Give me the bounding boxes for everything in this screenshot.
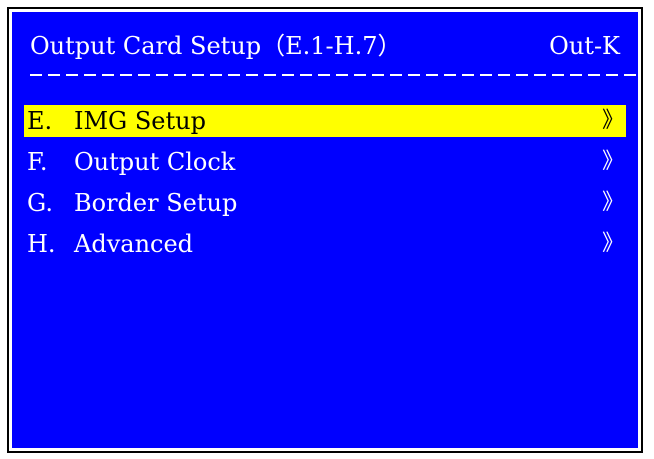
menu-item-label: IMG Setup bbox=[74, 107, 206, 135]
output-mode-label: Out-K bbox=[549, 32, 620, 60]
menu-item-border-setup[interactable]: G. Border Setup 》 bbox=[24, 187, 626, 219]
menu-item-key: G. bbox=[27, 189, 53, 217]
menu-list: E. IMG Setup 》 F. Output Clock 》 G. Bord… bbox=[24, 105, 626, 269]
menu-item-key: H. bbox=[27, 230, 56, 258]
lcd-screen: Output Card Setup（E.1-H.7） Out-K E. IMG … bbox=[12, 12, 638, 448]
screen-header: Output Card Setup（E.1-H.7） Out-K bbox=[30, 28, 620, 64]
menu-item-label: Border Setup bbox=[74, 189, 238, 217]
menu-item-key: E. bbox=[27, 107, 53, 135]
menu-item-key: F. bbox=[27, 148, 48, 176]
menu-item-label: Advanced bbox=[74, 230, 194, 258]
menu-item-label: Output Clock bbox=[74, 148, 236, 176]
header-divider bbox=[30, 74, 636, 76]
menu-item-output-clock[interactable]: F. Output Clock 》 bbox=[24, 146, 626, 178]
device-display-frame: Output Card Setup（E.1-H.7） Out-K E. IMG … bbox=[7, 7, 643, 453]
page-title: Output Card Setup（E.1-H.7） bbox=[30, 32, 402, 60]
chevron-right-icon: 》 bbox=[601, 108, 624, 133]
menu-item-advanced[interactable]: H. Advanced 》 bbox=[24, 228, 626, 260]
chevron-right-icon: 》 bbox=[601, 190, 624, 215]
chevron-right-icon: 》 bbox=[601, 231, 624, 256]
menu-item-img-setup[interactable]: E. IMG Setup 》 bbox=[24, 105, 626, 137]
chevron-right-icon: 》 bbox=[601, 149, 624, 174]
